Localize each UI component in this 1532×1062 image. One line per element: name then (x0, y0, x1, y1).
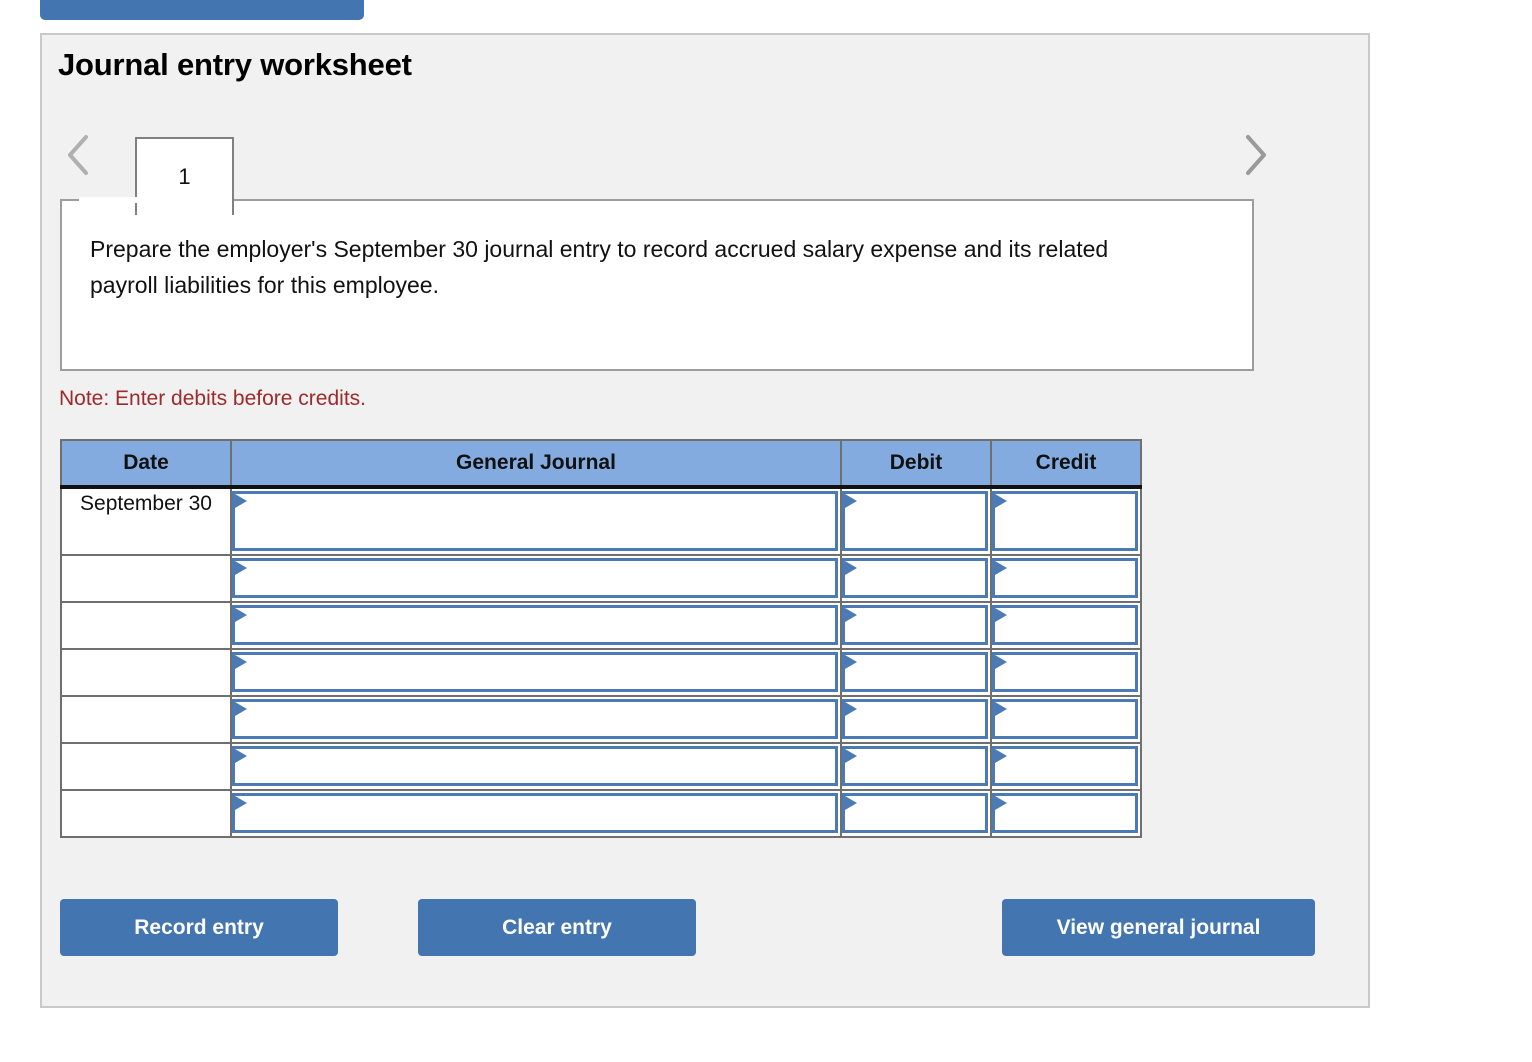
general-journal-select[interactable] (232, 652, 838, 692)
chevron-right-icon (1246, 135, 1266, 175)
journal-entry-table: Date General Journal Debit Credit Septem… (60, 439, 1142, 838)
general-journal-cell[interactable] (230, 789, 842, 838)
tab-worksheet-1[interactable]: 1 (135, 137, 234, 215)
dropdown-arrow-icon (995, 608, 1007, 622)
general-journal-select[interactable] (232, 699, 838, 739)
dropdown-arrow-icon (845, 749, 857, 763)
date-cell[interactable]: September 30 (60, 486, 232, 556)
credit-cell[interactable] (990, 486, 1142, 556)
dropdown-arrow-icon (845, 655, 857, 669)
view-general-journal-button[interactable]: View general journal (1002, 899, 1315, 956)
debit-cell[interactable] (840, 486, 992, 556)
dropdown-arrow-icon (995, 655, 1007, 669)
column-header-debit: Debit (840, 439, 992, 489)
dropdown-arrow-icon (845, 702, 857, 716)
next-worksheet-button[interactable] (1238, 129, 1272, 181)
general-journal-select[interactable] (232, 746, 838, 786)
debit-input[interactable] (842, 746, 988, 786)
instruction-box: Prepare the employer's September 30 jour… (60, 199, 1254, 371)
column-header-general-journal: General Journal (230, 439, 842, 489)
debit-cell[interactable] (840, 695, 992, 744)
date-cell[interactable] (60, 601, 232, 650)
table-row (60, 742, 1142, 791)
general-journal-cell[interactable] (230, 554, 842, 603)
general-journal-cell[interactable] (230, 486, 842, 556)
debit-input[interactable] (842, 558, 988, 598)
debit-cell[interactable] (840, 648, 992, 697)
dropdown-arrow-icon (845, 796, 857, 810)
table-row (60, 648, 1142, 697)
dropdown-arrow-icon (995, 702, 1007, 716)
general-journal-select[interactable] (232, 605, 838, 645)
top-partial-button[interactable] (40, 0, 364, 20)
column-header-date: Date (60, 439, 232, 489)
general-journal-cell[interactable] (230, 648, 842, 697)
debit-cell[interactable] (840, 601, 992, 650)
instruction-text: Prepare the employer's September 30 jour… (90, 236, 1109, 298)
general-journal-cell[interactable] (230, 601, 842, 650)
general-journal-cell[interactable] (230, 742, 842, 791)
credit-input[interactable] (992, 652, 1138, 692)
dropdown-arrow-icon (235, 749, 247, 763)
general-journal-cell[interactable] (230, 695, 842, 744)
dropdown-arrow-icon (845, 561, 857, 575)
date-cell[interactable] (60, 789, 232, 838)
dropdown-arrow-icon (995, 749, 1007, 763)
credit-input[interactable] (992, 793, 1138, 833)
table-header-row: Date General Journal Debit Credit (60, 439, 1142, 489)
dropdown-arrow-icon (845, 494, 857, 508)
dropdown-arrow-icon (235, 655, 247, 669)
tab-label: 1 (178, 164, 191, 189)
general-journal-select[interactable] (232, 793, 838, 833)
credit-input[interactable] (992, 558, 1138, 598)
general-journal-select[interactable] (232, 491, 838, 551)
dropdown-arrow-icon (845, 608, 857, 622)
debit-cell[interactable] (840, 554, 992, 603)
credit-cell[interactable] (990, 601, 1142, 650)
date-cell[interactable] (60, 695, 232, 744)
debit-input[interactable] (842, 793, 988, 833)
debit-input[interactable] (842, 699, 988, 739)
worksheet-tabstrip: 1 (58, 115, 1274, 215)
date-cell[interactable] (60, 648, 232, 697)
credit-input[interactable] (992, 699, 1138, 739)
clear-entry-button[interactable]: Clear entry (418, 899, 696, 956)
debit-input[interactable] (842, 491, 988, 551)
general-journal-select[interactable] (232, 558, 838, 598)
table-row (60, 601, 1142, 650)
credit-input[interactable] (992, 746, 1138, 786)
credit-cell[interactable] (990, 742, 1142, 791)
dropdown-arrow-icon (235, 561, 247, 575)
table-row (60, 554, 1142, 603)
page-title: Journal entry worksheet (58, 47, 412, 82)
dropdown-arrow-icon (235, 796, 247, 810)
credit-input[interactable] (992, 605, 1138, 645)
credit-cell[interactable] (990, 789, 1142, 838)
credit-input[interactable] (992, 491, 1138, 551)
debit-cell[interactable] (840, 789, 992, 838)
credit-cell[interactable] (990, 648, 1142, 697)
prev-worksheet-button[interactable] (62, 129, 96, 181)
table-row (60, 789, 1142, 838)
dropdown-arrow-icon (995, 561, 1007, 575)
record-entry-button[interactable]: Record entry (60, 899, 338, 956)
debits-before-credits-note: Note: Enter debits before credits. (59, 387, 366, 410)
dropdown-arrow-icon (995, 796, 1007, 810)
credit-cell[interactable] (990, 695, 1142, 744)
tab-merge-strip (79, 197, 174, 203)
dropdown-arrow-icon (995, 494, 1007, 508)
dropdown-arrow-icon (235, 494, 247, 508)
debit-input[interactable] (842, 605, 988, 645)
date-cell[interactable] (60, 554, 232, 603)
table-row: September 30 (60, 486, 1142, 556)
column-header-credit: Credit (990, 439, 1142, 489)
dropdown-arrow-icon (235, 702, 247, 716)
table-row (60, 695, 1142, 744)
date-cell[interactable] (60, 742, 232, 791)
dropdown-arrow-icon (235, 608, 247, 622)
credit-cell[interactable] (990, 554, 1142, 603)
debit-input[interactable] (842, 652, 988, 692)
chevron-left-icon (68, 135, 88, 175)
debit-cell[interactable] (840, 742, 992, 791)
